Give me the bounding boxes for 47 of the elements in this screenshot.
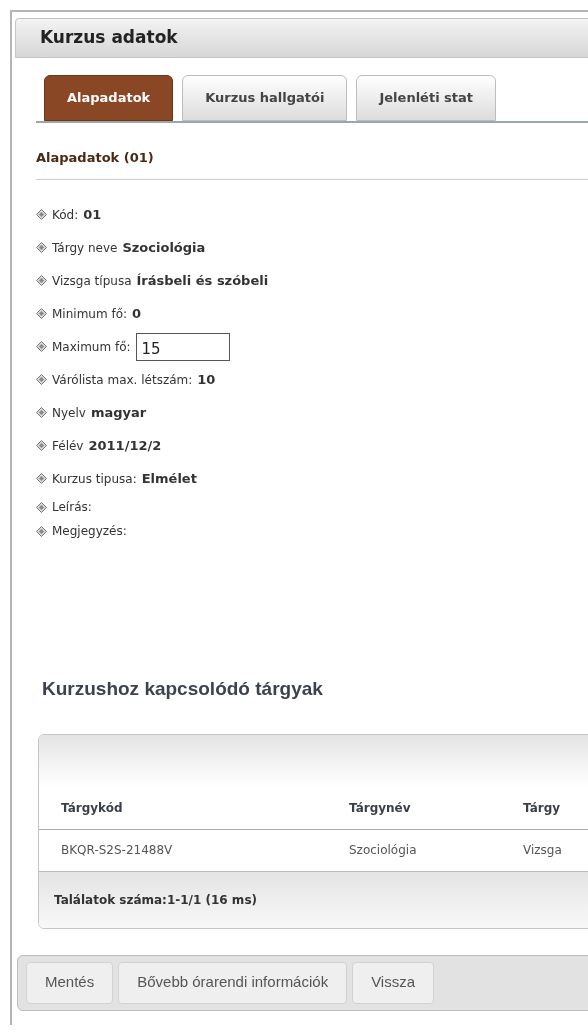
tab[interactable]: Kurzus hallgatói (182, 75, 348, 121)
action-button[interactable]: Mentés (26, 961, 114, 1004)
field-label: Vizsga típusa (52, 272, 132, 290)
field-value: Elmélet (141, 469, 197, 488)
tab[interactable]: Alapadatok (44, 75, 174, 121)
table-cell-text: Szociológia (348, 842, 418, 859)
field-value: 10 (197, 370, 216, 389)
field-value: 0 (132, 304, 142, 323)
results-count: Találatok száma:1-1/1 (16 ms) (54, 891, 257, 909)
diamond-bullet-icon (36, 242, 47, 253)
column-header: Tárgynév (348, 799, 412, 817)
action-button[interactable]: Vissza (352, 961, 435, 1004)
diamond-bullet-icon (36, 473, 47, 484)
diamond-bullet-icon (36, 341, 47, 352)
field-value: 01 (83, 205, 102, 224)
field-label: Kód: (52, 206, 79, 224)
field-value: Szociológia (122, 238, 206, 257)
panel-title: Kurzus adatok (40, 26, 178, 50)
field-label: Tárgy neve (52, 239, 118, 257)
section-heading: Kurzushoz kapcsolódó tárgyak (42, 678, 323, 699)
column-header: Tárgy (522, 799, 561, 817)
section-title: Alapadatok (01) (36, 150, 154, 165)
field-label: Maximum fő: (52, 338, 131, 356)
diamond-bullet-icon (36, 407, 47, 418)
table-cell-text: Vizsga (522, 842, 562, 859)
diamond-bullet-icon (36, 308, 47, 319)
diamond-bullet-icon (36, 525, 47, 537)
tab[interactable]: Jelenléti stat (356, 75, 497, 121)
diamond-bullet-icon (36, 374, 47, 385)
field-value: 2011/12/2 (88, 436, 162, 455)
field-label: Leírás: (52, 499, 92, 516)
diamond-bullet-icon (36, 275, 47, 286)
field-value: magyar (90, 403, 147, 422)
field-label: Kurzus tipusa: (52, 470, 137, 488)
diamond-bullet-icon (36, 440, 47, 451)
diamond-bullet-icon (36, 209, 47, 220)
field-label: Minimum fő: (52, 305, 128, 323)
column-header: Tárgykód (60, 799, 124, 817)
field-value: Írásbeli és szóbeli (136, 271, 269, 290)
field-label: Megjegyzés: (52, 523, 127, 540)
field-label: Nyelv (52, 404, 86, 422)
input-field[interactable]: 15 (135, 332, 230, 361)
field-label: Félév (52, 437, 84, 455)
field-label: Várólista max. létszám: (52, 371, 193, 389)
table-cell-text: BKQR-S2S-21488V (60, 842, 174, 859)
diamond-bullet-icon (36, 501, 47, 513)
action-button[interactable]: Bővebb órarendi információk (118, 961, 348, 1004)
